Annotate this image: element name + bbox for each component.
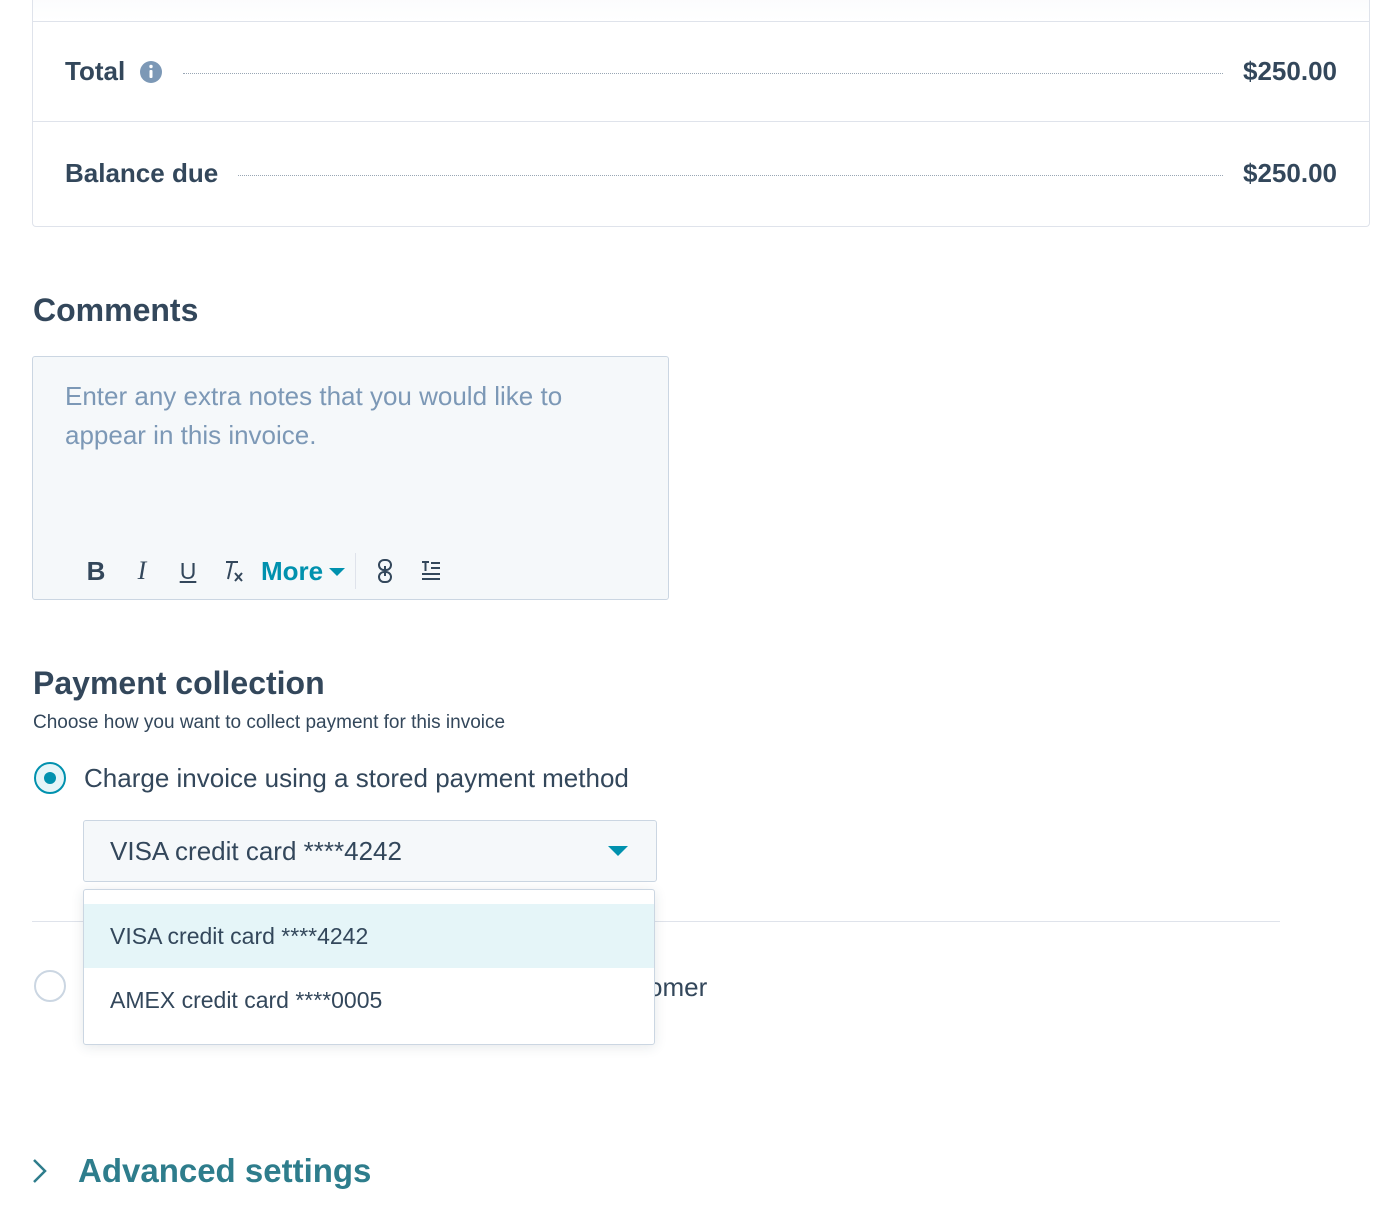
- advanced-settings-label: Advanced settings: [78, 1152, 372, 1189]
- payment-collection-title: Payment collection: [33, 665, 325, 701]
- summary-top-edge: [33, 0, 1369, 22]
- more-label: More: [261, 555, 324, 586]
- total-label: Total: [65, 56, 126, 86]
- insert-link-button[interactable]: [362, 553, 408, 589]
- link-icon: [378, 559, 393, 583]
- underline-button[interactable]: U: [165, 553, 211, 589]
- caret-down-icon: [608, 846, 628, 856]
- bold-icon: B: [86, 555, 106, 586]
- bold-button[interactable]: B: [73, 553, 119, 589]
- radio-stored-payment-label[interactable]: Charge invoice using a stored payment me…: [84, 763, 629, 794]
- clear-formatting-button[interactable]: [211, 553, 257, 589]
- balance-due-value: $250.00: [1243, 157, 1337, 188]
- chevron-right-icon: [33, 1159, 47, 1183]
- more-formatting-dropdown[interactable]: More: [257, 556, 351, 587]
- comments-placeholder[interactable]: Enter any extra notes that you would lik…: [65, 377, 625, 455]
- total-value: $250.00: [1243, 56, 1337, 86]
- text-block-icon: [422, 561, 441, 580]
- dotted-leader: [238, 174, 1224, 176]
- payment-collection-subtitle: Choose how you want to collect payment f…: [33, 712, 506, 733]
- italic-button[interactable]: I: [119, 553, 165, 589]
- insert-snippet-button[interactable]: [408, 553, 454, 589]
- payment-method-selected: VISA credit card ****4242: [110, 835, 402, 866]
- rich-text-toolbar: B I U More: [73, 553, 454, 589]
- comments-title: Comments: [33, 292, 199, 328]
- italic-icon: I: [137, 556, 147, 585]
- balance-due-row: Balance due $250.00: [33, 123, 1369, 223]
- radio-other-payment[interactable]: [34, 970, 66, 1002]
- comments-editor[interactable]: Enter any extra notes that you would lik…: [32, 356, 669, 600]
- balance-due-label: Balance due: [65, 157, 219, 188]
- payment-method-select[interactable]: VISA credit card ****4242: [83, 820, 657, 882]
- payment-method-option[interactable]: AMEX credit card ****0005: [84, 968, 654, 1032]
- underline-icon: U: [179, 557, 197, 584]
- toolbar-divider: [355, 553, 357, 589]
- caret-down-icon: [329, 568, 346, 576]
- total-row: Total $250.00: [33, 22, 1369, 122]
- radio-stored-payment[interactable]: [34, 762, 66, 794]
- clear-formatting-icon: [226, 561, 243, 582]
- radio-other-payment-label[interactable]: omer: [648, 972, 718, 1003]
- dotted-leader: [183, 73, 1224, 74]
- payment-method-option[interactable]: VISA credit card ****4242: [84, 904, 654, 968]
- invoice-editor-page: Total $250.00 Balance due $250.00 Commen…: [0, 0, 1378, 1210]
- invoice-summary: Total $250.00 Balance due $250.00: [32, 0, 1370, 227]
- info-icon[interactable]: [139, 60, 163, 84]
- payment-method-dropdown: VISA credit card ****4242 AMEX credit ca…: [83, 889, 655, 1045]
- advanced-settings-toggle[interactable]: Advanced settings: [30, 1152, 371, 1190]
